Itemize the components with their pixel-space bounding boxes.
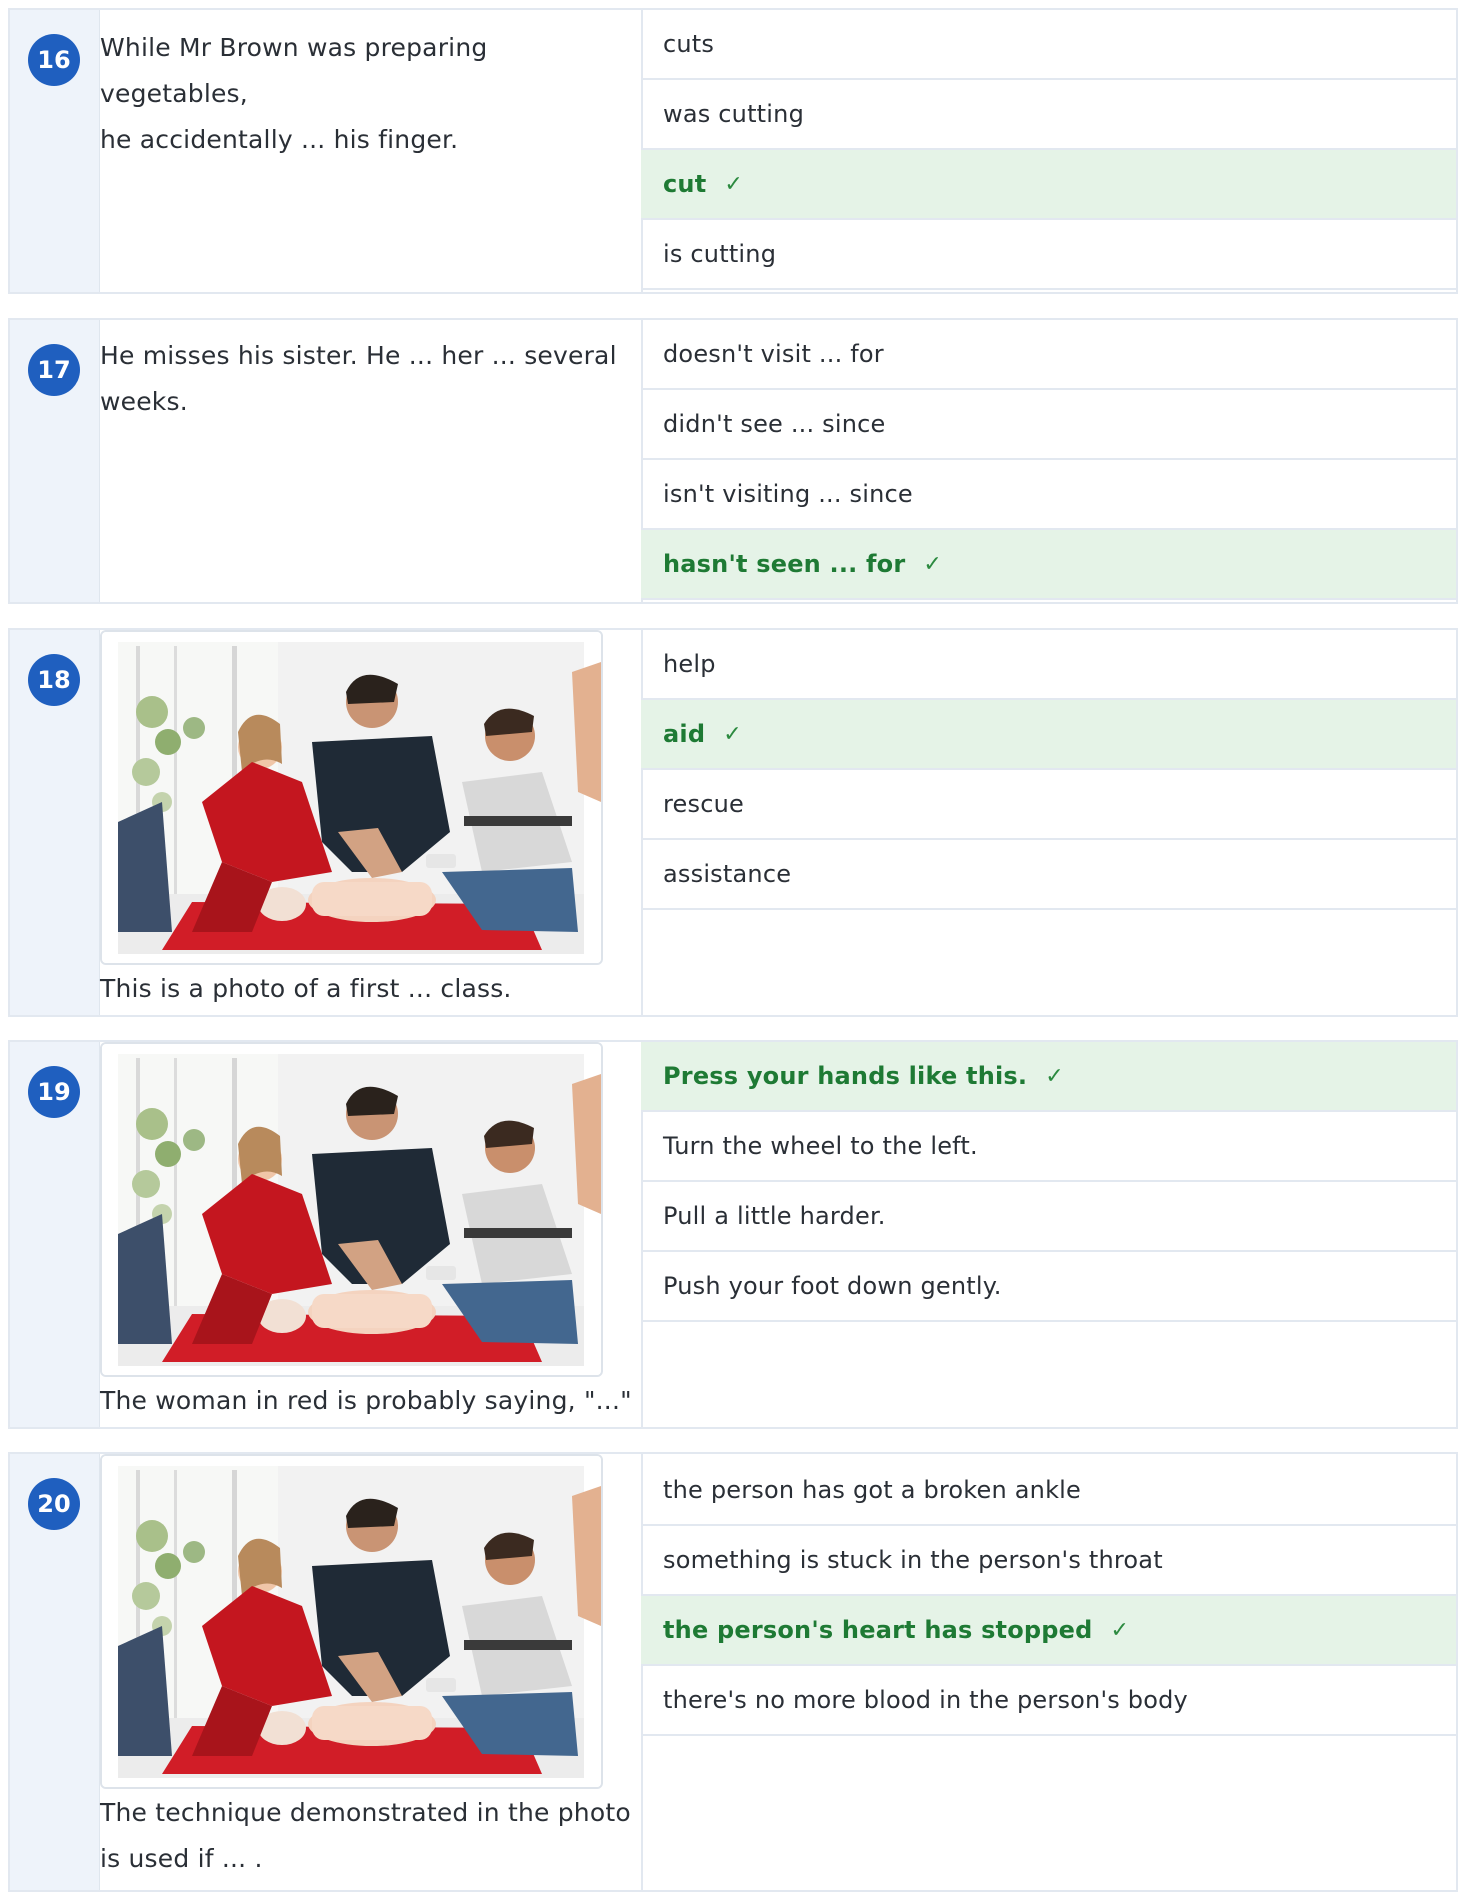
answer-option-label: rescue <box>663 790 744 818</box>
answer-option[interactable]: cuts <box>641 10 1456 80</box>
cpr-training-illustration <box>102 1456 601 1787</box>
cpr-training-illustration <box>102 1044 601 1375</box>
check-icon: ✓ <box>923 551 943 577</box>
answer-option[interactable]: Turn the wheel to the left. <box>641 1112 1456 1182</box>
check-icon: ✓ <box>1045 1063 1064 1089</box>
answer-option-correct[interactable]: aid ✓ <box>641 700 1456 770</box>
answer-option-label: the person has got a broken ankle <box>663 1476 1082 1504</box>
answer-option-label: Turn the wheel to the left. <box>663 1132 978 1160</box>
answer-option-label: cuts <box>663 30 715 58</box>
answer-option[interactable]: Pull a little harder. <box>641 1182 1456 1252</box>
answer-options: help aid ✓ rescue assistance <box>641 630 1456 1015</box>
answer-option[interactable]: there's no more blood in the person's bo… <box>641 1666 1456 1736</box>
question-prompt: He misses his sister. He ... her ... sev… <box>100 320 643 602</box>
question-number-badge: 20 <box>28 1478 80 1530</box>
question-16: 16 While Mr Brown was preparing vegetabl… <box>8 8 1458 294</box>
answer-option[interactable]: rescue <box>641 770 1456 840</box>
answer-option-label: cut <box>663 170 707 198</box>
answer-option[interactable]: isn't visiting ... since <box>641 460 1456 530</box>
check-icon: ✓ <box>1110 1617 1130 1643</box>
answer-option-label: there's no more blood in the person's bo… <box>663 1686 1188 1714</box>
answer-options: doesn't visit ... for didn't see ... sin… <box>641 320 1456 602</box>
answer-option[interactable]: didn't see ... since <box>641 390 1456 460</box>
answer-option-correct[interactable]: the person's heart has stopped ✓ <box>641 1596 1456 1666</box>
question-text: While Mr Brown was preparing vegetables,… <box>100 25 639 163</box>
question-prompt: The technique demonstrated in the photo … <box>100 1454 643 1890</box>
answer-option[interactable]: Push your foot down gently. <box>641 1252 1456 1322</box>
question-text-line: He misses his sister. He ... her ... sev… <box>100 341 617 370</box>
answer-option[interactable]: something is stuck in the person's throa… <box>641 1526 1456 1596</box>
answer-options: Press your hands like this. ✓ Turn the wh… <box>641 1042 1456 1427</box>
answer-option-label: help <box>663 650 716 678</box>
question-19: 19 The woman in red is probably saying, … <box>8 1040 1458 1429</box>
question-text: The woman in red is probably saying, "..… <box>100 1378 639 1424</box>
question-20: 20 The technique demonstrated in the pho… <box>8 1452 1458 1892</box>
question-prompt: This is a photo of a first ... class. <box>100 630 643 1015</box>
answer-options: the person has got a broken ankle someth… <box>641 1454 1456 1890</box>
answer-option-label: assistance <box>663 860 792 888</box>
answer-option-label: didn't see ... since <box>663 410 886 438</box>
cpr-training-illustration <box>102 632 601 963</box>
question-18: 18 This is a photo of a first ... class.… <box>8 628 1458 1017</box>
question-number-column: 19 <box>10 1042 100 1427</box>
question-text-line: The technique demonstrated in the photo <box>100 1798 631 1827</box>
answer-option-label: aid <box>663 720 706 748</box>
question-number-column: 18 <box>10 630 100 1015</box>
answer-option[interactable]: assistance <box>641 840 1456 910</box>
answer-option-correct[interactable]: cut ✓ <box>641 150 1456 220</box>
check-icon: ✓ <box>724 171 744 197</box>
question-prompt: While Mr Brown was preparing vegetables,… <box>100 10 643 292</box>
question-text-line: While Mr Brown was preparing vegetables, <box>100 33 488 108</box>
question-number-badge: 19 <box>28 1066 80 1118</box>
answer-option-label: something is stuck in the person's throa… <box>663 1546 1163 1574</box>
answer-option-label: Push your foot down gently. <box>663 1272 1002 1300</box>
question-17: 17 He misses his sister. He ... her ... … <box>8 318 1458 604</box>
question-number-badge: 16 <box>28 34 80 86</box>
question-text: He misses his sister. He ... her ... sev… <box>100 333 639 425</box>
question-number-column: 17 <box>10 320 100 602</box>
question-text-line: The woman in red is probably saying, "..… <box>100 1386 632 1415</box>
answer-option-label: was cutting <box>663 100 805 128</box>
answer-option[interactable]: the person has got a broken ankle <box>641 1456 1456 1526</box>
question-text-line: is used if ... . <box>100 1844 263 1873</box>
cpr-training-photo <box>100 630 603 965</box>
answer-option[interactable]: help <box>641 630 1456 700</box>
answer-option[interactable]: doesn't visit ... for <box>641 320 1456 390</box>
answer-options: cuts was cutting cut ✓ is cutting <box>641 10 1456 292</box>
question-text-line: weeks. <box>100 387 188 416</box>
question-text: This is a photo of a first ... class. <box>100 966 639 1012</box>
answer-option[interactable]: was cutting <box>641 80 1456 150</box>
question-number-column: 16 <box>10 10 100 292</box>
question-text: The technique demonstrated in the photo … <box>100 1790 639 1882</box>
cpr-training-photo <box>100 1454 603 1789</box>
answer-option-label: Press your hands like this. <box>663 1062 1028 1090</box>
answer-option-label: hasn't seen ... for <box>663 550 906 578</box>
question-prompt: The woman in red is probably saying, "..… <box>100 1042 643 1427</box>
answer-option-correct[interactable]: hasn't seen ... for ✓ <box>641 530 1456 600</box>
answer-option-label: doesn't visit ... for <box>663 340 884 368</box>
cpr-training-photo <box>100 1042 603 1377</box>
answer-option-label: is cutting <box>663 240 777 268</box>
question-number-badge: 18 <box>28 654 80 706</box>
question-number-badge: 17 <box>28 344 80 396</box>
question-text-line: This is a photo of a first ... class. <box>100 974 512 1003</box>
question-number-column: 20 <box>10 1454 100 1890</box>
answer-option-label: Pull a little harder. <box>663 1202 886 1230</box>
answer-option-correct[interactable]: Press your hands like this. ✓ <box>641 1042 1456 1112</box>
question-text-line: he accidentally ... his finger. <box>100 125 459 154</box>
answer-option-label: the person's heart has stopped <box>663 1616 1093 1644</box>
answer-option-label: isn't visiting ... since <box>663 480 913 508</box>
check-icon: ✓ <box>723 721 742 747</box>
answer-option[interactable]: is cutting <box>641 220 1456 290</box>
